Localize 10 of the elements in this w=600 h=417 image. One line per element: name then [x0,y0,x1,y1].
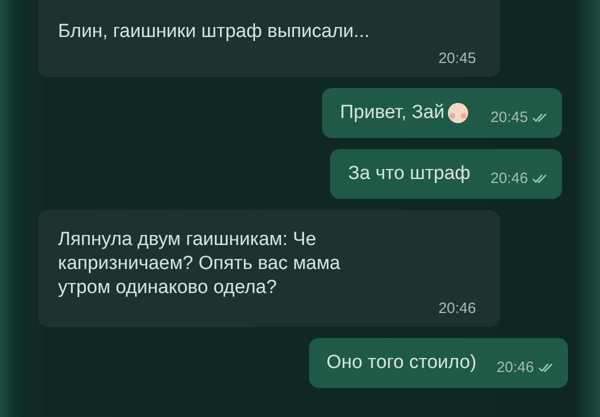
message-time: 20:46 [490,170,528,187]
message-time: 20:46 [496,359,534,376]
message-time: 20:46 [438,300,476,317]
message-text: Привет, Зай [340,101,444,125]
message-text: Оно того стоило) [326,351,476,375]
message-time: 20:45 [438,50,476,67]
message-text: За что штраф [348,162,470,186]
message-text: Ляпнула двум гаишникам: Че капризничаем? Опять вас мама утром одинаково одела? [58,228,342,300]
message-time: 20:45 [490,109,528,126]
message-text: Блин, гаишники штраф выписали... [58,20,370,44]
